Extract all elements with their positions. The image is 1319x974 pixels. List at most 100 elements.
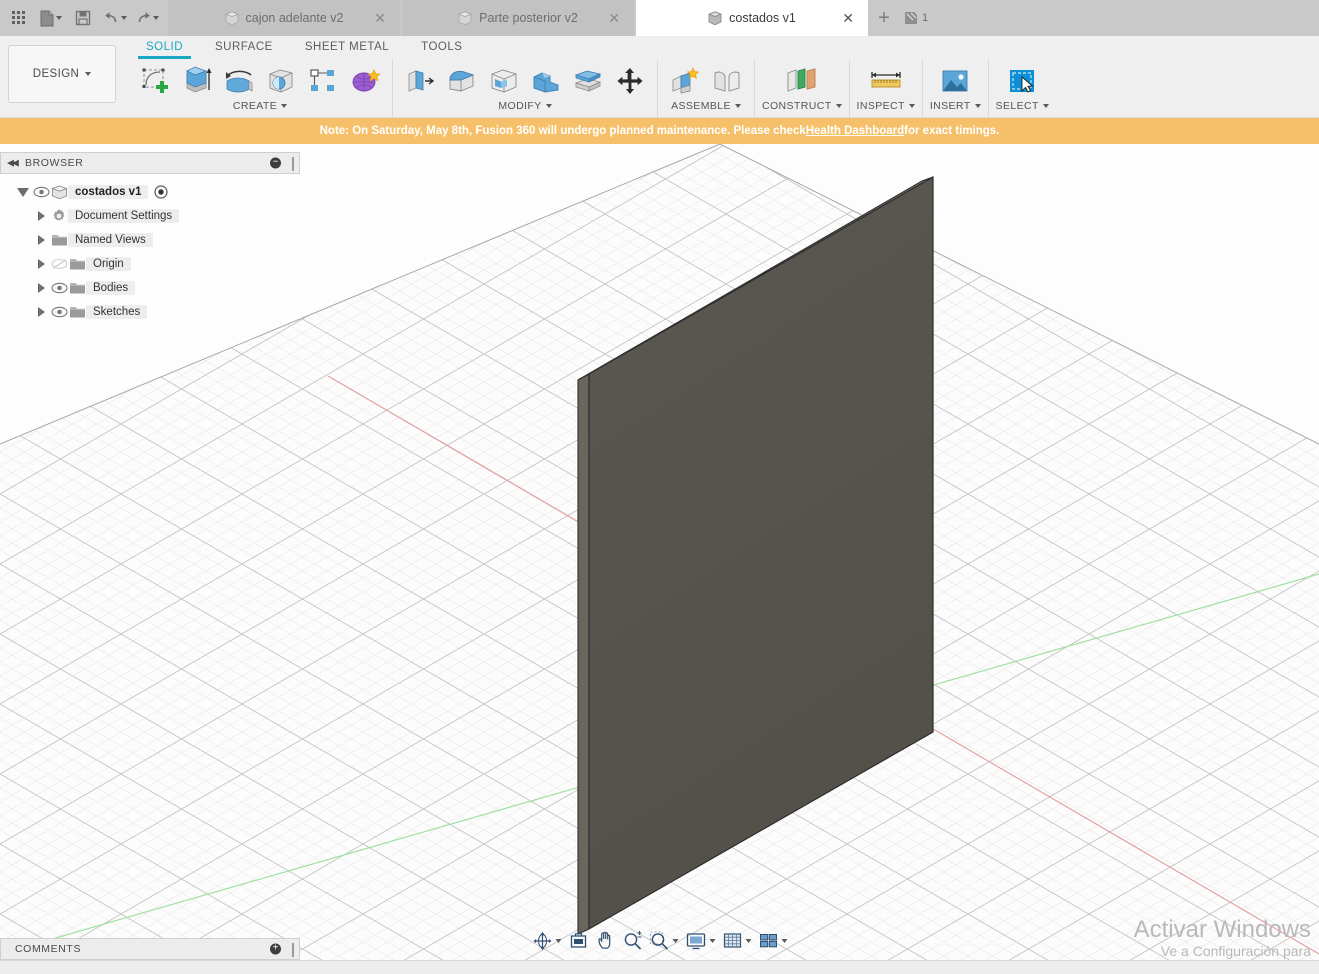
document-tab-2[interactable]: Parte posterior v2 ✕ [402,0,634,36]
sketch-icon[interactable] [135,60,175,102]
save-icon[interactable] [68,3,98,33]
close-icon[interactable]: ✕ [374,11,386,25]
radio-dot-icon[interactable] [152,185,170,199]
chevron-down-icon[interactable] [121,16,127,20]
look-at-icon[interactable] [565,928,591,954]
orbit-icon[interactable] [529,928,564,954]
expand-arrow-icon[interactable] [32,235,50,245]
visibility-eye-icon[interactable] [32,185,50,199]
fusion360-window: cajon adelante v2 ✕ Parte posterior v2 ✕… [0,0,1319,974]
chevron-down-icon[interactable] [153,16,159,20]
panel-label-text: INSERT [929,100,971,112]
visibility-eye-icon[interactable] [50,281,68,295]
add-comment-icon[interactable]: + [270,943,281,955]
chevron-down-icon[interactable] [709,939,715,943]
shell-icon[interactable] [484,60,524,102]
offset-face-icon[interactable] [568,60,608,102]
zoom-icon[interactable] [619,928,645,954]
panel-inspect-label[interactable]: INSPECT [857,100,915,112]
panel-construct-label[interactable]: CONSTRUCT [762,100,842,112]
expand-arrow-icon[interactable] [32,307,50,317]
visibility-eye-icon[interactable] [50,305,68,319]
tab-tools[interactable]: TOOLS [405,37,478,59]
undo-icon[interactable] [100,3,130,33]
combine-icon[interactable] [526,60,566,102]
viewports-icon[interactable] [755,928,790,954]
grid-snaps-icon[interactable] [719,928,754,954]
health-dashboard-link[interactable]: Health Dashboard [806,125,904,137]
chevron-down-icon[interactable] [734,104,741,108]
panel-label-text: CONSTRUCT [762,100,832,112]
component-cube-icon [50,185,68,200]
chevron-down-icon[interactable] [974,104,981,108]
redo-icon[interactable] [132,3,162,33]
measure-icon[interactable] [866,60,906,102]
press-pull-icon[interactable] [400,60,440,102]
tree-item-named-views[interactable]: Named Views [0,228,300,252]
fit-icon[interactable] [646,928,681,954]
chevron-down-icon[interactable] [555,939,561,943]
tree-item-bodies[interactable]: Bodies [0,276,300,300]
chevron-down-icon[interactable] [545,104,552,108]
select-window-icon[interactable] [1002,60,1042,102]
expand-arrow-icon[interactable] [14,187,32,197]
chevron-down-icon[interactable] [56,16,62,20]
document-tab-1[interactable]: cajon adelante v2 ✕ [168,0,400,36]
tree-item-sketches[interactable]: Sketches [0,300,300,324]
apps-grid-icon[interactable] [4,3,34,33]
insert-image-icon[interactable] [935,60,975,102]
panel-grip[interactable] [292,943,294,957]
chevron-down-icon[interactable] [85,72,92,76]
fillet-icon[interactable] [442,60,482,102]
workspace-label: DESIGN [32,68,80,80]
collapse-icon[interactable]: ◀◀ [7,158,19,169]
revolve-icon[interactable] [219,60,259,102]
banner-text-prefix: Note: On Saturday, May 8th, Fusion 360 w… [319,125,806,137]
chevron-down-icon[interactable] [1042,104,1049,108]
pan-icon[interactable] [592,928,618,954]
extra-documents-indicator[interactable]: 1 [898,0,928,36]
panel-modify-label[interactable]: MODIFY [498,100,552,112]
chevron-down-icon[interactable] [908,104,915,108]
panel-select-label[interactable]: SELECT [996,100,1049,112]
panel-create-label[interactable]: CREATE [233,100,288,112]
visibility-eye-off-icon[interactable] [50,257,68,271]
sphere-icon[interactable] [261,60,301,102]
close-icon[interactable]: ✕ [608,11,620,25]
chevron-down-icon[interactable] [781,939,787,943]
workspace-switcher[interactable]: DESIGN [8,45,116,103]
view-navigation-bar [525,926,794,956]
panel-grip[interactable] [292,157,294,171]
tab-solid[interactable]: SOLID [130,37,199,59]
document-tab-3[interactable]: costados v1 ✕ [636,0,868,36]
new-component-icon[interactable] [665,60,705,102]
chevron-down-icon[interactable] [281,104,288,108]
display-settings-icon[interactable] [682,928,718,954]
expand-arrow-icon[interactable] [32,283,50,293]
pattern-icon[interactable] [303,60,343,102]
new-file-icon[interactable] [36,3,66,33]
close-icon[interactable]: ✕ [842,11,854,25]
panel-insert-label[interactable]: INSERT [930,100,981,112]
new-tab-button[interactable]: + [870,0,898,36]
status-bar [0,960,1319,974]
tree-item-origin[interactable]: Origin [0,252,300,276]
tree-item-root[interactable]: costados v1 [0,180,300,204]
documents-icon [905,12,917,24]
joint-icon[interactable] [707,60,747,102]
tab-sheet-metal[interactable]: SHEET METAL [289,37,405,59]
minimize-icon[interactable]: − [270,157,281,169]
chevron-down-icon[interactable] [745,939,751,943]
browser-title: BROWSER [25,157,84,169]
tab-surface[interactable]: SURFACE [199,37,289,59]
expand-arrow-icon[interactable] [32,259,50,269]
panel-assemble-label[interactable]: ASSEMBLE [671,100,741,112]
create-form-icon[interactable] [345,60,385,102]
chevron-down-icon[interactable] [835,104,842,108]
chevron-down-icon[interactable] [672,939,678,943]
offset-plane-icon[interactable] [782,60,822,102]
tree-item-document-settings[interactable]: Document Settings [0,204,300,228]
expand-arrow-icon[interactable] [32,211,50,221]
move-copy-icon[interactable] [610,60,650,102]
extrude-icon[interactable] [177,60,217,102]
